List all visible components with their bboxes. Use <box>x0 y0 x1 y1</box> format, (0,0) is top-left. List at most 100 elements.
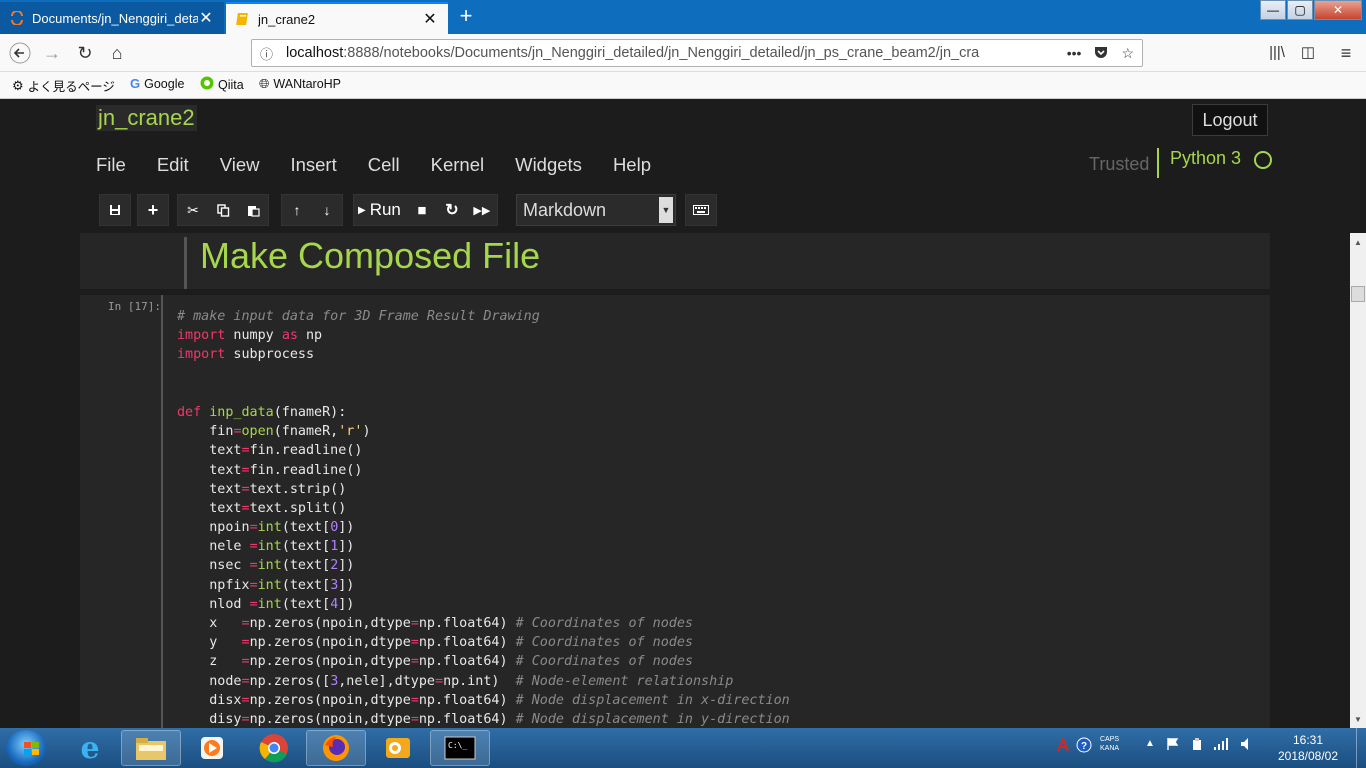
new-tab-button[interactable]: + <box>452 4 480 30</box>
menu-widgets[interactable]: Widgets <box>499 150 597 180</box>
bookmark-item[interactable]: 🌐︎ WANtaroHP <box>259 76 341 92</box>
explorer-icon[interactable] <box>121 730 181 766</box>
menu-icon[interactable]: ≡ <box>1332 40 1360 66</box>
fast-forward-icon[interactable]: ▶▶ <box>467 195 497 225</box>
markdown-cell[interactable]: Make Composed File <box>80 233 1270 289</box>
add-cell-icon[interactable]: + <box>138 195 168 225</box>
markdown-heading: Make Composed File <box>200 235 541 276</box>
menu-file[interactable]: File <box>80 150 141 180</box>
code-token: ]) <box>338 577 355 593</box>
code-token: text <box>177 462 242 478</box>
code-token: np.zeros(npoin,dtype <box>249 711 411 727</box>
browser-nav-bar: → ↻ ⌂ ⓘ localhost:8888/notebooks/Documen… <box>0 34 1366 72</box>
code-token: = <box>241 616 250 631</box>
code-line: nele =int(text[1]) <box>177 537 790 556</box>
code-token: np.float64) <box>418 616 516 631</box>
bookmark-star-icon[interactable]: ☆ <box>1121 45 1134 62</box>
code-token: = <box>249 558 258 574</box>
move-down-icon[interactable]: ↓ <box>312 195 342 225</box>
network-icon[interactable] <box>1213 737 1229 754</box>
show-hidden-icons-icon[interactable]: ▲ <box>1145 738 1155 749</box>
menu-help[interactable]: Help <box>597 150 666 180</box>
code-line: fin=open(fnameR,'r') <box>177 422 790 441</box>
code-token: ,nele],dtype <box>338 673 435 689</box>
bookmark-item[interactable]: G Google <box>130 76 184 91</box>
volume-icon[interactable] <box>1240 737 1254 754</box>
back-icon[interactable] <box>6 40 34 66</box>
paste-icon[interactable] <box>238 195 268 225</box>
cell-type-select[interactable]: Markdown ▼ <box>516 194 676 226</box>
firefox-icon[interactable] <box>306 730 366 766</box>
code-editor[interactable]: # make input data for 3D Frame Result Dr… <box>177 307 790 728</box>
scroll-down-icon[interactable]: ▼ <box>1350 712 1366 728</box>
notebook-title[interactable]: jn_crane2 <box>96 105 197 131</box>
code-token: nlod <box>177 596 250 612</box>
acrobat-icon[interactable] <box>1055 736 1071 756</box>
action-center-flag-icon[interactable] <box>1166 737 1180 754</box>
bookmark-item[interactable]: Qiita <box>200 76 244 93</box>
restart-icon[interactable]: ↻ <box>437 195 467 225</box>
media-player-icon[interactable] <box>182 730 242 766</box>
library-icon[interactable]: |||\ <box>1263 40 1291 66</box>
info-icon[interactable]: ⓘ <box>260 44 276 63</box>
usb-device-icon[interactable] <box>1190 737 1204 754</box>
taskbar-clock[interactable]: 16:31 2018/08/02 <box>1268 732 1348 764</box>
cell-border <box>161 295 163 728</box>
code-token: x <box>177 616 242 631</box>
code-token: import <box>177 328 226 344</box>
menu-cell[interactable]: Cell <box>352 150 415 180</box>
svg-text:C:\_: C:\_ <box>448 741 467 750</box>
sidebar-icon[interactable]: ◫ <box>1294 40 1322 66</box>
code-token: # Coordinates of nodes <box>515 654 693 670</box>
code-token: = <box>435 673 444 689</box>
run-button[interactable]: ▶ Run <box>354 195 407 225</box>
help-icon[interactable]: ? <box>1076 737 1092 756</box>
tab-documents[interactable]: Documents/jn_Nenggiri_detailed ✕ <box>0 2 224 34</box>
maximize-button[interactable]: ▢ <box>1287 0 1313 20</box>
url-text[interactable]: localhost:8888/notebooks/Documents/jn_Ne… <box>286 45 1055 61</box>
pocket-icon[interactable] <box>1093 44 1109 63</box>
bookmark-item[interactable]: ⚙ よく見るページ <box>12 76 115 95</box>
outlook-icon[interactable] <box>368 730 428 766</box>
kernel-name[interactable]: Python 3 <box>1170 148 1241 169</box>
trusted-indicator[interactable]: Trusted <box>1089 154 1149 175</box>
reload-icon[interactable]: ↻ <box>71 40 99 66</box>
logout-button[interactable]: Logout <box>1192 104 1268 136</box>
close-icon[interactable]: ✕ <box>198 8 214 28</box>
ie-icon[interactable]: e <box>60 730 120 766</box>
cut-icon[interactable]: ✂ <box>178 195 208 225</box>
page-scrollbar[interactable] <box>1350 233 1366 728</box>
code-token: np.float64) <box>418 654 516 670</box>
chrome-icon[interactable] <box>244 730 304 766</box>
scrollbar-thumb[interactable] <box>1351 286 1365 302</box>
code-cell[interactable]: In [17]: # make input data for 3D Frame … <box>80 295 1270 728</box>
forward-icon[interactable]: → <box>38 40 66 66</box>
page-actions-icon[interactable]: ••• <box>1067 45 1082 61</box>
keyboard-icon[interactable] <box>686 195 716 225</box>
show-desktop-button[interactable] <box>1356 728 1366 768</box>
start-button[interactable] <box>6 730 46 766</box>
scroll-up-icon[interactable]: ▲ <box>1350 235 1366 251</box>
minimize-button[interactable]: — <box>1260 0 1286 20</box>
command-prompt-icon[interactable]: C:\_ <box>430 730 490 766</box>
stop-icon[interactable]: ■ <box>407 195 437 225</box>
move-up-icon[interactable]: ↑ <box>282 195 312 225</box>
menu-insert[interactable]: Insert <box>274 150 351 180</box>
code-token: np.float64) <box>418 635 516 651</box>
save-icon[interactable] <box>100 195 130 225</box>
close-icon[interactable]: ✕ <box>422 9 438 29</box>
toolbar-group-edit: ✂ <box>177 194 269 226</box>
menu-edit[interactable]: Edit <box>141 150 204 180</box>
home-icon[interactable]: ⌂ <box>103 40 131 66</box>
code-token: = <box>241 673 250 689</box>
url-bar[interactable]: ⓘ localhost:8888/notebooks/Documents/jn_… <box>251 39 1143 67</box>
menu-view[interactable]: View <box>204 150 275 180</box>
tab-jn-crane2[interactable]: jn_crane2 ✕ <box>226 2 448 34</box>
window-close-button[interactable]: ✕ <box>1314 0 1362 20</box>
ime-status[interactable]: CAPS KANA <box>1100 735 1119 753</box>
code-token: int <box>257 558 282 574</box>
menu-kernel[interactable]: Kernel <box>415 150 499 180</box>
code-token: = <box>249 539 258 555</box>
copy-icon[interactable] <box>208 195 238 225</box>
